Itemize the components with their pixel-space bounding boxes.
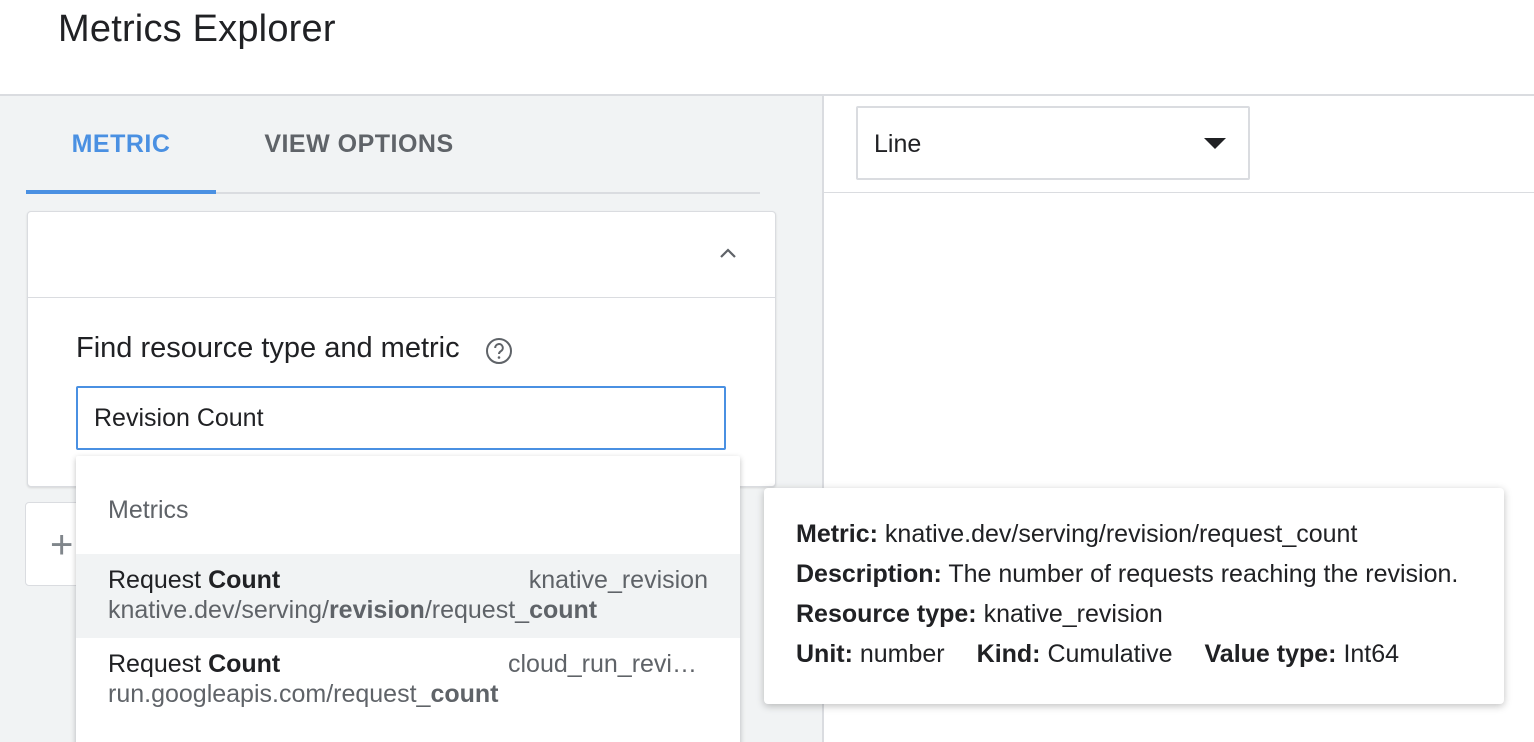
dropdown-section-header: Metrics xyxy=(108,496,189,524)
metric-option-path: run.googleapis.com/request_count xyxy=(108,680,499,708)
metric-details-tooltip: Metric: knative.dev/serving/revision/req… xyxy=(764,488,1504,704)
chart-toolbar-divider xyxy=(824,192,1534,193)
find-resource-label: Find resource type and metric xyxy=(76,332,460,364)
metric-option-knative-request-count[interactable]: Request Count knative_revision knative.d… xyxy=(76,554,740,638)
tab-view-options[interactable]: VIEW OPTIONS xyxy=(248,96,470,192)
plus-icon: + xyxy=(50,523,74,567)
resource-metric-search-input[interactable] xyxy=(76,386,726,450)
metric-query-card: Find resource type and metric xyxy=(27,211,776,487)
metric-option-resource: cloud_run_revis… xyxy=(508,650,708,678)
metrics-explorer-page: Metrics Explorer METRIC VIEW OPTIONS Fin… xyxy=(0,0,1534,742)
tooltip-properties-row: Unit: number Kind: Cumulative Value type: … xyxy=(796,640,1400,668)
chart-type-value: Line xyxy=(874,130,922,158)
chart-type-select[interactable]: Line xyxy=(856,106,1250,180)
tab-metric[interactable]: METRIC xyxy=(26,96,216,194)
caret-down-icon xyxy=(1204,138,1226,149)
metric-option-name: Request Count xyxy=(108,650,281,678)
metric-option-path: knative.dev/serving/revision/request_cou… xyxy=(108,596,598,624)
tooltip-metric-row: Metric: knative.dev/serving/revision/req… xyxy=(796,520,1358,548)
card-header[interactable] xyxy=(28,212,775,298)
metric-option-cloud-run-request-count[interactable]: Request Count cloud_run_revis… run.googl… xyxy=(76,638,740,722)
help-circle-icon[interactable] xyxy=(484,336,514,366)
page-title: Metrics Explorer xyxy=(58,8,336,50)
metric-option-resource: knative_revision xyxy=(528,566,708,594)
metric-suggestions-dropdown: Metrics Request Count knative_revision k… xyxy=(76,456,740,742)
tab-bar: METRIC VIEW OPTIONS xyxy=(26,96,760,194)
chevron-up-icon[interactable] xyxy=(710,236,746,272)
tooltip-description-row: Description: The number of requests reac… xyxy=(796,560,1459,588)
tooltip-resource-row: Resource type: knative_revision xyxy=(796,600,1163,628)
metric-option-name: Request Count xyxy=(108,566,281,594)
